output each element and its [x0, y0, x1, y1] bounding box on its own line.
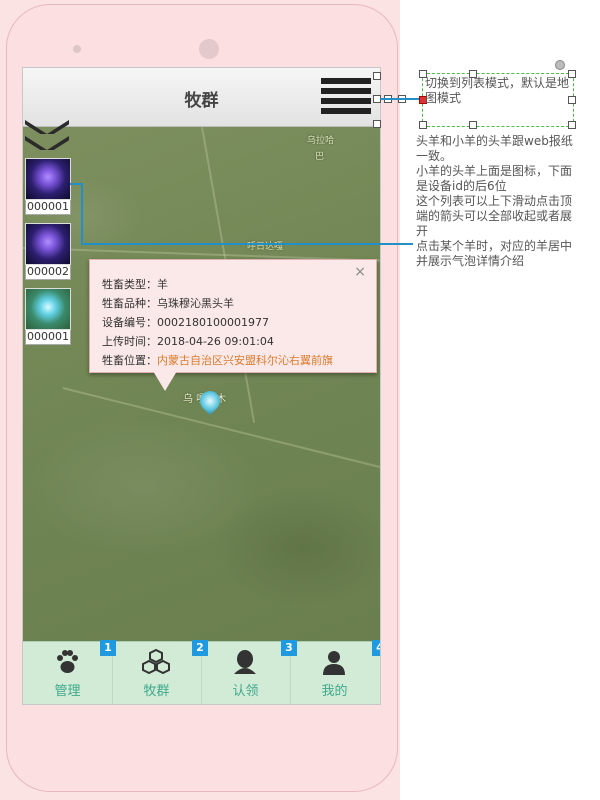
connector-line: [81, 243, 413, 245]
tab-label: 认领: [232, 684, 259, 699]
annotation-text: 这个列表可以上下滑动点击顶端的箭头可以全部收起或者展开: [416, 194, 573, 238]
popup-value: 2018-04-26 09:01:04: [157, 335, 274, 348]
tab-claim[interactable]: 认领 3: [201, 640, 297, 704]
connector-line: [81, 183, 83, 245]
selection-handle: [373, 72, 381, 80]
popup-value: 乌珠穆沁黑头羊: [157, 297, 234, 310]
popup-row: 牲畜品种：乌珠穆沁黑头羊: [102, 295, 234, 311]
sheep-device-id: 000001: [25, 330, 71, 345]
selection-handle: [419, 121, 427, 129]
cubes-icon: [142, 648, 170, 675]
map-view[interactable]: 乌拉哈 巴 呼日达嘎: [23, 127, 380, 641]
close-icon[interactable]: ×: [354, 264, 366, 280]
tab-label: 管理: [54, 684, 81, 699]
tab-label: 牧群: [143, 684, 170, 699]
sheep-item[interactable]: 000001: [25, 158, 71, 215]
rotate-handle: [555, 60, 565, 70]
map-place-label: 呼日达嘎: [247, 242, 284, 252]
sheep-device-id: 000002: [25, 265, 71, 280]
tab-number-badge: 4: [372, 640, 380, 656]
sheep-item[interactable]: 000001: [25, 288, 71, 345]
sheep-item[interactable]: 000002: [25, 223, 71, 280]
user-silhouette-icon: [234, 650, 256, 674]
annotation-list-toggle: 切换到列表模式，默认是地图模式: [425, 76, 570, 105]
annotation-text: 小羊的头羊上面是图标，下面是设备id的后6位: [416, 164, 573, 193]
map-place-label: 乌拉哈: [307, 136, 335, 146]
popup-value: 羊: [157, 278, 168, 291]
tab-mine[interactable]: 我的 4: [290, 640, 380, 704]
popup-label: 牲畜品种：: [102, 297, 157, 310]
connector-line: [380, 98, 422, 100]
popup-value: 000218010000197​7: [157, 316, 269, 329]
annotation-text: 头羊和小羊的头羊跟web报纸一致。: [416, 134, 573, 163]
popup-label: 牲畜位置：: [102, 354, 157, 367]
annotation-list-description: 头羊和小羊的头羊跟web报纸一致。 小羊的头羊上面是图标，下面是设备id的后6位…: [416, 134, 574, 269]
camera: [199, 39, 219, 59]
app-header: 牧群: [23, 68, 380, 127]
list-mode-icon[interactable]: [321, 78, 371, 116]
sheep-info-popup: × 牲畜类型：羊 牲畜品种：乌珠穆沁黑头羊 设备编号：0002180100001…: [89, 259, 377, 373]
speaker-dot: [73, 45, 81, 53]
selection-handle: [568, 121, 576, 129]
app-screen: 牧群 乌拉哈 巴 呼日达嘎 000001 000002 000001 × 牲畜类…: [22, 67, 381, 705]
popup-value: 内蒙古自治区兴安盟科尔沁右翼前旗: [157, 354, 333, 367]
popup-row: 设备编号：000218010000197​7: [102, 314, 269, 330]
tab-manage[interactable]: 管理 1: [23, 640, 116, 704]
popup-label: 上传时间：: [102, 335, 157, 348]
popup-row: 牲畜类型：羊: [102, 276, 168, 292]
popup-label: 设备编号：: [102, 316, 157, 329]
bottom-tabbar: 管理 1 牧群 2 认领 3 我的 4: [23, 640, 380, 704]
sheep-device-id: 000001: [25, 200, 71, 215]
map-place-label: 巴: [315, 152, 325, 162]
tab-herd[interactable]: 牧群 2: [112, 640, 208, 704]
sheep-avatar-icon: [25, 158, 71, 200]
collapse-chevron-icon[interactable]: [23, 120, 73, 162]
selection-handle: [469, 121, 477, 129]
tab-label: 我的: [321, 684, 348, 699]
popup-row: 上传时间：2018-04-26 09:01:04: [102, 333, 274, 349]
person-icon: [323, 651, 345, 675]
popup-row: 牲畜位置：内蒙古自治区兴安盟科尔沁右翼前旗: [102, 352, 333, 368]
annotation-text: 点击某个羊时，对应的羊居中并展示气泡详情介绍: [416, 239, 573, 268]
selection-handle: [373, 120, 381, 128]
paw-icon: [57, 650, 78, 673]
sheep-marker-icon[interactable]: [195, 386, 225, 416]
sheep-avatar-icon: [25, 223, 71, 265]
sheep-avatar-icon: [25, 288, 71, 330]
popup-tail: [153, 371, 177, 391]
popup-label: 牲畜类型：: [102, 278, 157, 291]
